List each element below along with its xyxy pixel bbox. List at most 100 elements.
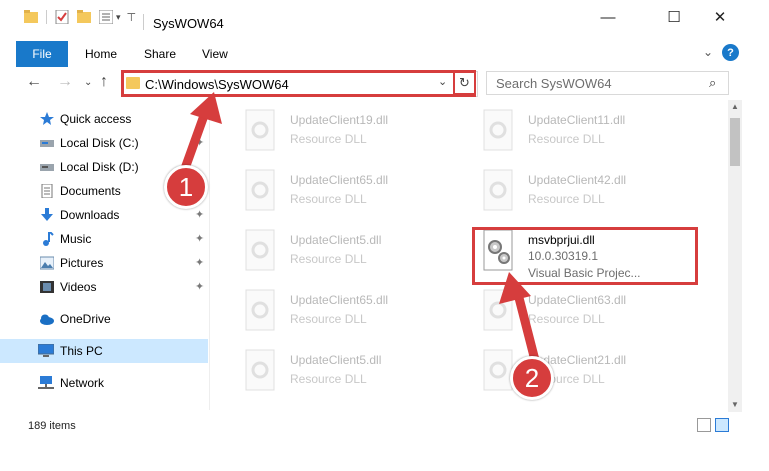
tab-view[interactable]: View xyxy=(202,47,228,61)
tab-file[interactable]: File xyxy=(16,41,68,67)
videos-icon xyxy=(40,281,54,293)
details-view-icon[interactable] xyxy=(697,418,711,432)
pin-icon: ✦ xyxy=(195,233,205,245)
close-button[interactable]: ✕ xyxy=(697,0,743,34)
file-item[interactable]: UpdateClient42.dll Resource DLL xyxy=(476,164,706,218)
file-item[interactable]: UpdateClient5.dll Resource DLL xyxy=(238,344,468,398)
file-name: UpdateClient5.dll xyxy=(290,353,382,367)
dll-file-icon xyxy=(245,229,275,271)
title-bar: ▾ ⊤ SysWOW64 — ☐ ✕ xyxy=(0,0,769,34)
sidebar-item-label: OneDrive xyxy=(60,312,111,326)
folder-icon[interactable] xyxy=(24,10,38,24)
file-type: Resource DLL xyxy=(290,132,367,146)
properties-icon[interactable] xyxy=(55,10,69,24)
title-divider xyxy=(143,14,144,30)
scroll-thumb[interactable] xyxy=(730,118,740,166)
dll-file-icon xyxy=(483,169,513,211)
file-type: Resource DLL xyxy=(290,252,367,266)
new-folder-icon[interactable] xyxy=(77,10,91,24)
dll-file-icon xyxy=(245,109,275,151)
sidebar-item-network[interactable]: Network xyxy=(0,371,208,395)
sidebar-item-label: Local Disk (C:) xyxy=(60,136,139,150)
file-item[interactable]: UpdateClient65.dll Resource DLL xyxy=(238,284,468,338)
qa-menu-icon[interactable]: ⊤ xyxy=(127,11,137,24)
tab-home[interactable]: Home xyxy=(85,47,117,61)
pin-icon: ✦ xyxy=(195,281,205,293)
sidebar-item-label: Documents xyxy=(60,184,121,198)
back-button[interactable]: ← xyxy=(26,73,42,91)
tab-share[interactable]: Share xyxy=(144,47,176,61)
recent-locations-button[interactable]: ⌄ xyxy=(84,77,92,88)
drive-icon xyxy=(40,140,54,147)
search-icon[interactable]: ⌕ xyxy=(709,75,716,91)
sidebar-item-label: Videos xyxy=(60,280,97,294)
item-count: 189 items xyxy=(28,420,76,432)
pin-icon: ✦ xyxy=(195,257,205,269)
step-badge-2: 2 xyxy=(510,356,554,400)
maximize-button[interactable]: ☐ xyxy=(651,0,697,34)
customize-dropdown-icon[interactable]: ▾ xyxy=(116,12,121,23)
sidebar-item-label: Pictures xyxy=(60,256,104,270)
pin-icon: ✦ xyxy=(195,209,205,221)
ribbon: File Home Share View ⌄ ? xyxy=(0,41,769,67)
file-item[interactable]: UpdateClient11.dll Resource DLL xyxy=(476,104,706,158)
sidebar-item-pictures[interactable]: Pictures ✦ xyxy=(0,251,208,275)
step-badge-1: 1 xyxy=(164,165,208,209)
quick-access-toolbar: ▾ ⊤ xyxy=(24,10,136,24)
sidebar-item-videos[interactable]: Videos ✦ xyxy=(0,275,208,299)
minimize-button[interactable]: — xyxy=(585,0,631,34)
sidebar-item-label: Downloads xyxy=(60,208,120,222)
file-item[interactable]: UpdateClient19.dll Resource DLL xyxy=(238,104,468,158)
downloads-icon xyxy=(41,208,53,221)
file-name: UpdateClient5.dll xyxy=(290,233,382,247)
sidebar-item-label: Network xyxy=(60,376,105,390)
music-icon xyxy=(43,232,54,246)
pictures-icon xyxy=(40,256,54,270)
sidebar-item-label: Quick access xyxy=(60,112,132,126)
sidebar-item-onedrive[interactable]: OneDrive xyxy=(0,307,208,331)
onedrive-icon xyxy=(40,314,54,325)
file-name: UpdateClient11.dll xyxy=(528,113,626,127)
search-placeholder: Search SysWOW64 xyxy=(496,76,612,91)
file-type: Resource DLL xyxy=(290,192,367,206)
sidebar-item-label: Local Disk (D:) xyxy=(60,160,139,174)
file-item[interactable]: UpdateClient65.dll Resource DLL xyxy=(238,164,468,218)
sidebar-item-label: This PC xyxy=(60,344,103,358)
divider xyxy=(46,10,47,24)
status-bar: 189 items xyxy=(0,414,769,438)
star-icon xyxy=(40,112,54,125)
scroll-up-icon[interactable]: ▲ xyxy=(728,100,742,114)
sidebar-item-label: Music xyxy=(60,232,92,246)
sidebar-item-this-pc[interactable]: This PC xyxy=(0,339,208,363)
customize-icon[interactable] xyxy=(99,10,113,24)
scroll-down-icon[interactable]: ▼ xyxy=(728,398,742,412)
file-type: Resource DLL xyxy=(290,372,367,386)
help-icon[interactable]: ? xyxy=(722,44,739,61)
vertical-scrollbar[interactable]: ▲ ▼ xyxy=(728,100,742,412)
large-icons-view-icon[interactable] xyxy=(715,418,729,432)
file-name: UpdateClient42.dll xyxy=(528,173,627,187)
dll-file-icon xyxy=(245,349,275,391)
network-icon xyxy=(38,376,54,389)
search-input[interactable]: Search SysWOW64 ⌕ xyxy=(486,71,729,95)
documents-icon xyxy=(41,184,53,198)
dll-file-icon xyxy=(483,109,513,151)
drive-icon xyxy=(40,164,54,171)
file-name: UpdateClient19.dll xyxy=(290,113,389,127)
window-bottom xyxy=(0,438,769,471)
this-pc-icon xyxy=(38,344,54,357)
file-type: Resource DLL xyxy=(528,192,605,206)
dll-file-icon xyxy=(245,169,275,211)
forward-button[interactable]: → xyxy=(57,73,73,91)
file-type: Resource DLL xyxy=(528,132,605,146)
file-name: UpdateClient65.dll xyxy=(290,293,389,307)
file-item[interactable]: UpdateClient5.dll Resource DLL xyxy=(238,224,468,278)
expand-ribbon-icon[interactable]: ⌄ xyxy=(703,45,713,59)
sidebar-item-music[interactable]: Music ✦ xyxy=(0,227,208,251)
file-type: Resource DLL xyxy=(290,312,367,326)
dll-file-icon xyxy=(245,289,275,331)
file-name: UpdateClient65.dll xyxy=(290,173,389,187)
refresh-button[interactable]: ↻ xyxy=(453,71,476,95)
window-title: SysWOW64 xyxy=(153,16,224,31)
up-button[interactable]: ↑ xyxy=(100,73,108,91)
